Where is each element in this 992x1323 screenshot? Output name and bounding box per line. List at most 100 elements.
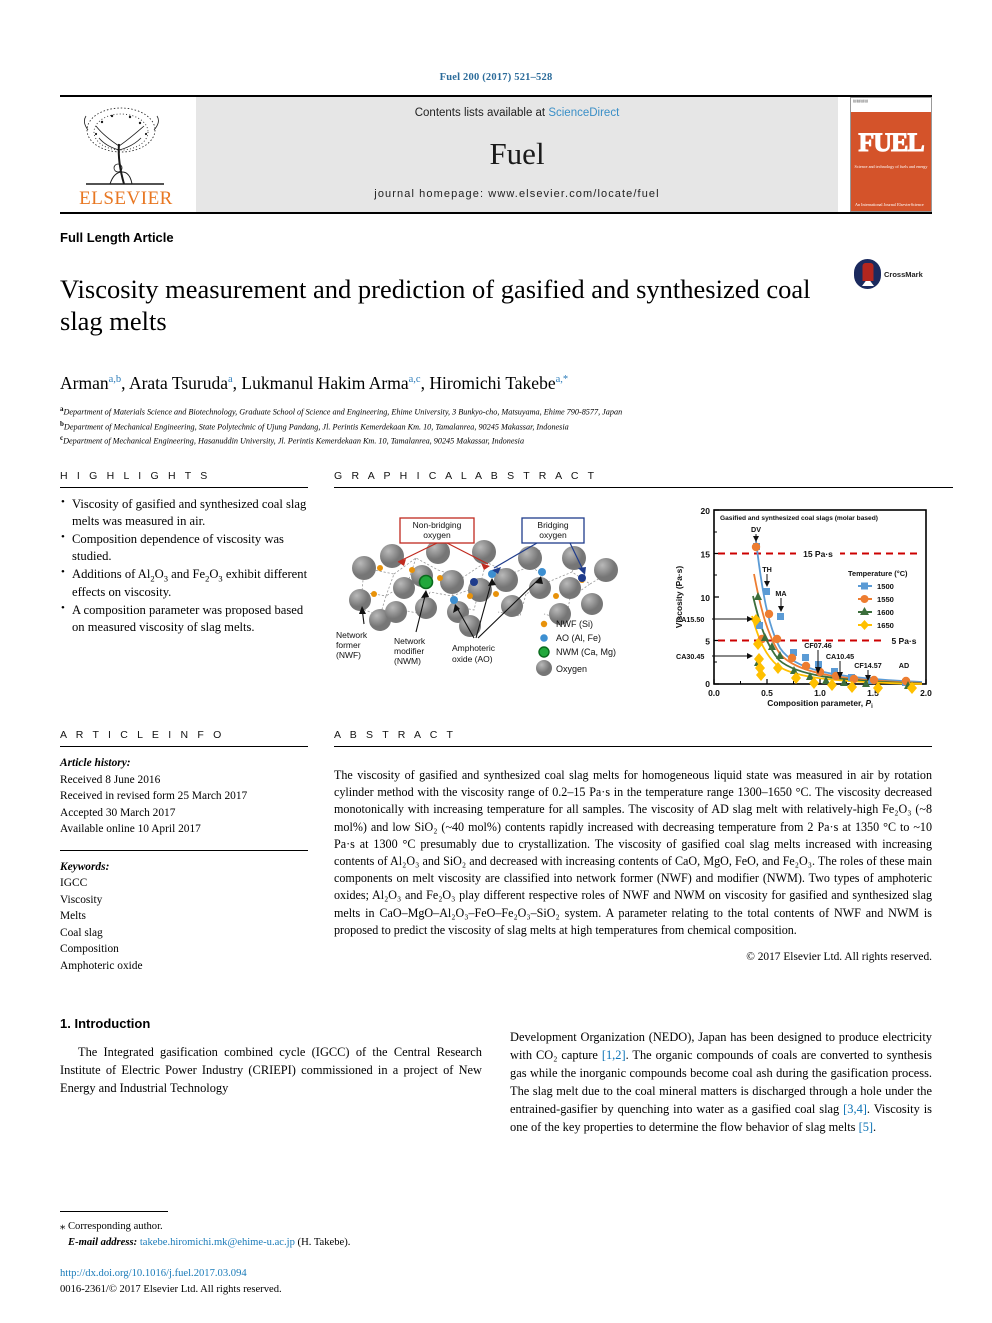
legend-label-1550: 1550 <box>877 595 894 604</box>
list-item: A composition parameter was proposed bas… <box>60 601 308 636</box>
page-title: Viscosity measurement and prediction of … <box>60 273 811 337</box>
svg-text:oxygen: oxygen <box>539 530 567 540</box>
legend-nwf-icon <box>540 620 548 628</box>
cover-footer: An International Journal ElsevierScience <box>855 202 924 207</box>
svg-text:Bridging: Bridging <box>537 520 568 530</box>
contents-line: Contents lists available at ScienceDirec… <box>415 107 620 119</box>
author-affil-mark: a,c <box>408 374 421 386</box>
corresponding-marker: ⁎ <box>60 1221 66 1233</box>
annotation-TH: TH <box>762 565 772 574</box>
cover-subtitle: Science and technology of fuels and ener… <box>854 164 928 169</box>
intro-paragraph-left: The Integrated gasification combined cyc… <box>60 1044 482 1095</box>
legend-marker-1550 <box>860 595 869 604</box>
article-info-heading: A R T I C L E I N F O <box>60 729 225 742</box>
annotation-CA10.45: CA10.45 <box>826 652 854 661</box>
affiliation-item: bDepartment of Mechanical Engineering, S… <box>60 419 569 432</box>
journal-cover-thumbnail: ▤▤▤▤ FUEL Science and technology of fuel… <box>850 97 932 212</box>
viscosity-chart-svg: Gasified and synthesized coal slags (mol… <box>674 506 932 710</box>
annotation-MA: MA <box>775 589 786 598</box>
svg-text:Network: Network <box>336 630 368 640</box>
annotation-CA30.45: CA30.45 <box>676 652 704 661</box>
svg-text:oxide (AO): oxide (AO) <box>452 654 493 664</box>
history-line: Accepted 30 March 2017 <box>60 806 176 819</box>
email-line: E-mail address: takebe.hiromichi.mk@ehim… <box>60 1235 480 1251</box>
doi-block: http://dx.doi.org/10.1016/j.fuel.2017.03… <box>60 1266 540 1297</box>
running-head: Fuel 200 (2017) 521–528 <box>439 72 553 83</box>
svg-text:1.0: 1.0 <box>814 688 826 698</box>
citation-ref[interactable]: [5] <box>859 1120 873 1134</box>
citation-ref[interactable]: [1,2] <box>602 1048 626 1062</box>
legend-nwm-icon <box>538 646 550 658</box>
list-item: Composition dependence of viscosity was … <box>60 530 308 565</box>
email-link[interactable]: takebe.hiromichi.mk@ehime-u.ac.jp <box>140 1237 295 1248</box>
citation-ref[interactable]: [3,4] <box>843 1102 867 1116</box>
history-line: Available online 10 April 2017 <box>60 823 201 836</box>
network-diagram-svg: Non-bridging oxygen Bridging oxygen Netw… <box>336 517 618 677</box>
abstract-column: A B S T R A C T The viscosity of gasifie… <box>334 729 932 974</box>
cover-header-strip: ▤▤▤▤ <box>851 98 931 112</box>
footnote-rule <box>60 1211 168 1213</box>
legend-ao-icon <box>540 634 548 642</box>
abstract-paragraph: The viscosity of gasified and synthesize… <box>334 768 932 937</box>
title-row: Viscosity measurement and prediction of … <box>60 255 932 355</box>
article-info-abstract-block: A R T I C L E I N F O Article history: R… <box>60 729 932 974</box>
list-item: Viscosity of gasified and synthesized co… <box>60 495 308 530</box>
highlights-list: Viscosity of gasified and synthesized co… <box>60 495 308 636</box>
ao-marker-dot <box>578 574 586 583</box>
keyword: Composition <box>60 943 119 956</box>
section-heading-introduction: 1. Introduction <box>60 1016 151 1032</box>
author[interactable]: Lukmanul Hakim Armaa,c <box>241 373 420 393</box>
crossmark-badge[interactable]: CrossMark <box>854 255 932 289</box>
chart-title: Gasified and synthesized coal slags (mol… <box>720 515 878 522</box>
body-columns: 1. Introduction The Integrated gasificat… <box>60 1016 932 1149</box>
elsevier-logo: ELSEVIER <box>60 97 192 212</box>
svg-text:5 Pa·s: 5 Pa·s <box>891 636 916 646</box>
author[interactable]: Arata Tsurudaa <box>129 373 233 393</box>
legend-title: Temperature (°C) <box>848 569 908 578</box>
author-affil-mark: a,b <box>108 374 122 386</box>
journal-title: Fuel <box>489 135 545 171</box>
elsevier-tree-icon <box>84 107 164 185</box>
history-line: Received in revised form 25 March 2017 <box>60 790 248 803</box>
contents-prefix: Contents lists available at <box>414 107 549 119</box>
legend-marker-1500 <box>861 582 868 590</box>
abstract-copyright: © 2017 Elsevier Ltd. All rights reserved… <box>746 950 932 963</box>
article-info-column: A R T I C L E I N F O Article history: R… <box>60 729 308 974</box>
ao-marker-dot <box>470 578 478 587</box>
journal-homepage[interactable]: journal homepage: www.elsevier.com/locat… <box>374 188 659 200</box>
author-affil-mark: a,* <box>555 374 569 386</box>
doi-link[interactable]: http://dx.doi.org/10.1016/j.fuel.2017.03… <box>60 1266 540 1281</box>
graphical-abstract-heading: G R A P H I C A L A B S T R A C T <box>334 470 598 483</box>
label-network-modifier: Networkmodifier(NWM) <box>394 590 429 666</box>
legend-label-1600: 1600 <box>877 608 894 617</box>
keyword: IGCC <box>60 877 88 890</box>
label-network-former: Networkformer(NWF) <box>336 606 368 660</box>
legend-nwm-label: NWM (Ca, Mg) <box>556 647 616 657</box>
annotation-CA15.50: CA15.50 <box>676 615 704 624</box>
annotation-AD: AD <box>899 661 909 670</box>
crossmark-icon <box>854 259 881 289</box>
intro-paragraph-right: Development Organization (NEDO), Japan h… <box>510 1029 932 1137</box>
svg-text:2.0: 2.0 <box>920 688 932 698</box>
legend-label-1500: 1500 <box>877 582 894 591</box>
sciencedirect-link[interactable]: ScienceDirect <box>548 107 619 119</box>
svg-text:oxygen: oxygen <box>423 530 451 540</box>
keyword: Viscosity <box>60 893 103 906</box>
author[interactable]: Hiromichi Takebea,* <box>429 373 568 393</box>
crossmark-label: CrossMark <box>884 269 923 279</box>
svg-text:Non-bridging: Non-bridging <box>413 520 462 530</box>
author[interactable]: Armana,b <box>60 373 121 393</box>
keywords-label: Keywords: <box>60 860 110 873</box>
keyword: Coal slag <box>60 926 103 939</box>
article-history-label: Article history: <box>60 757 131 770</box>
svg-text:0.5: 0.5 <box>761 688 773 698</box>
history-line: Received 8 June 2016 <box>60 773 161 786</box>
diagram-legend: NWF (Si) AO (Al, Fe) NWM (Ca, Mg) Oxygen <box>536 619 616 677</box>
keywords-block: Keywords: IGCC Viscosity Melts Coal slag… <box>60 851 308 975</box>
keyword: Amphoteric oxide <box>60 959 143 972</box>
nwm-ca-mg-dot <box>418 574 434 590</box>
elsevier-wordmark: ELSEVIER <box>79 188 173 209</box>
email-owner: (H. Takebe). <box>297 1237 351 1249</box>
viscosity-chart: Gasified and synthesized coal slags (mol… <box>668 496 953 711</box>
highlights-heading: H I G H L I G H T S <box>60 470 211 483</box>
